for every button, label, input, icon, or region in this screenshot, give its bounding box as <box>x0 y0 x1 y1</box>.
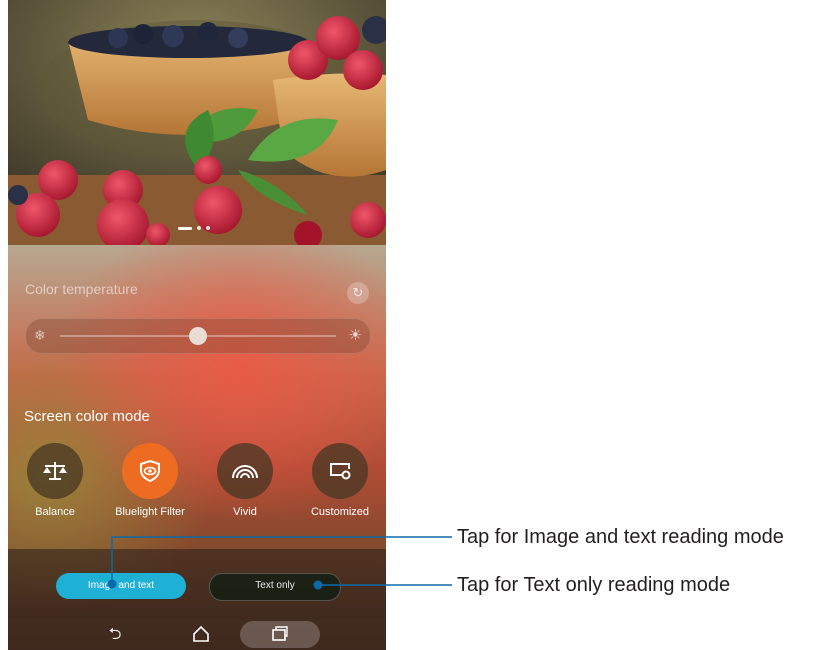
navigation-bar: ⮌ <box>8 619 386 650</box>
sun-icon: ☀ <box>348 327 362 344</box>
page-indicator-dot <box>178 226 192 230</box>
snowflake-icon: ❄ <box>34 327 46 343</box>
mode-label: Vivid <box>233 506 257 518</box>
rainbow-icon <box>217 443 273 499</box>
page-indicator-dot <box>206 226 210 230</box>
mode-label: Customized <box>310 506 370 518</box>
mode-vivid[interactable]: Vivid <box>200 443 290 519</box>
mode-label: Balance <box>35 506 75 518</box>
reading-mode-bar: Image and text Text only <box>8 549 386 619</box>
screen-color-mode-label: Screen color mode <box>24 408 150 425</box>
recent-apps-icon[interactable] <box>240 621 320 648</box>
callout-image-and-text: Tap for Image and text reading mode <box>457 526 784 548</box>
home-icon[interactable] <box>186 621 216 648</box>
image-and-text-button[interactable]: Image and text <box>56 573 186 599</box>
refresh-icon[interactable]: ↻ <box>347 282 369 304</box>
mode-label: Bluelight Filter <box>115 506 185 518</box>
slider-thumb[interactable] <box>189 327 207 345</box>
back-icon[interactable]: ⮌ <box>100 621 130 648</box>
mode-bluelight-filter[interactable]: Bluelight Filter <box>105 443 195 519</box>
screen-color-mode-options: Balance Bluelight Filter Vivid Customize… <box>8 443 386 543</box>
mode-customized[interactable]: Customized <box>295 443 385 519</box>
color-temperature-label: Color temperature <box>25 281 138 297</box>
phone-screen: Color temperature ↻ ❄ ☀ Screen color mod… <box>8 0 386 650</box>
wallpaper-preview-image <box>8 0 386 245</box>
callout-text-only: Tap for Text only reading mode <box>457 574 731 596</box>
color-temperature-slider[interactable]: ❄ ☀ <box>25 318 371 354</box>
eye-shield-icon <box>122 443 178 499</box>
splendid-settings-panel: Color temperature ↻ ❄ ☀ Screen color mod… <box>8 245 386 650</box>
customize-screen-icon <box>312 443 368 499</box>
text-only-button[interactable]: Text only <box>209 573 341 601</box>
balance-scale-icon <box>27 443 83 499</box>
mode-balance[interactable]: Balance <box>10 443 100 519</box>
page-indicator <box>178 226 210 230</box>
page-indicator-dot <box>197 226 201 230</box>
